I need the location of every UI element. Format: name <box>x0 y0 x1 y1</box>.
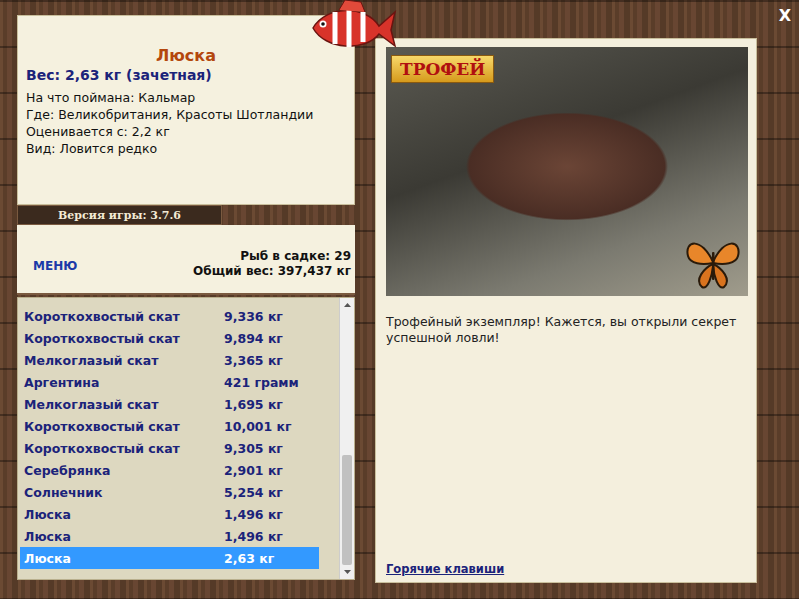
catch-weight: 9,336 кг <box>224 309 319 324</box>
catch-name: Аргентина <box>24 375 224 390</box>
menu-button[interactable]: МЕНЮ <box>33 259 77 279</box>
fish-photo: ТРОФЕЙ <box>386 47 748 296</box>
stat-line: Общий вес: 397,437 кг <box>193 264 351 279</box>
hotkeys-link[interactable]: Горячие клавиши <box>386 562 748 576</box>
catch-weight: 2,901 кг <box>224 463 319 478</box>
menu-card: МЕНЮ Рыб в садке: 29Общий вес: 397,437 кг <box>17 225 355 295</box>
catch-row[interactable]: Короткохвостый скат9,894 кг <box>20 327 319 349</box>
catch-name: Короткохвостый скат <box>24 419 224 434</box>
catch-name: Короткохвостый скат <box>24 309 224 324</box>
scroll-track <box>340 312 354 565</box>
catch-row[interactable]: Люска1,496 кг <box>20 503 319 525</box>
fish-detail: Где: Великобритания, Красоты Шотландии <box>26 106 346 123</box>
catch-name: Мелкоглазый скат <box>24 353 224 368</box>
trophy-panel: ТРОФЕЙ Трофейный экземпляр! Кажется, вы о… <box>375 38 757 583</box>
catch-name: Мелкоглазый скат <box>24 397 224 412</box>
fish-detail: Вид: Ловится редко <box>26 140 346 157</box>
catch-row[interactable]: Солнечник5,254 кг <box>20 481 319 503</box>
fish-detail: Оценивается с: 2,2 кг <box>26 123 346 140</box>
fish-info-card: Люска Вес: 2,63 кг (зачетная) На что пойма… <box>17 15 355 205</box>
butterfly-icon <box>682 232 744 294</box>
trophy-message: Трофейный экземпляр! Кажется, вы открыли… <box>386 314 748 346</box>
catch-weight: 9,305 кг <box>224 441 319 456</box>
catch-name: Люска <box>24 507 224 522</box>
catch-weight: 1,695 кг <box>224 397 319 412</box>
catch-row[interactable]: Короткохвостый скат9,305 кг <box>20 437 319 459</box>
catch-row[interactable]: Аргентина421 грамм <box>20 371 319 393</box>
catch-weight: 1,496 кг <box>224 529 319 544</box>
catch-list: Короткохвостый скат9,336 кгКороткохвосты… <box>17 297 355 580</box>
catch-weight: 3,365 кг <box>224 353 319 368</box>
scroll-thumb[interactable] <box>342 455 352 565</box>
fish-info-screen: Люска Вес: 2,63 кг (зачетная) На что пойма… <box>0 0 799 599</box>
game-version: Версия игры: 3.7.6 <box>17 205 222 225</box>
catch-name: Люска <box>24 551 224 566</box>
fish-icon <box>305 0 397 56</box>
catch-stats: Рыб в садке: 29Общий вес: 397,437 кг <box>193 249 351 279</box>
scrollbar[interactable] <box>339 298 354 579</box>
stat-line: Рыб в садке: 29 <box>193 249 351 264</box>
trophy-badge: ТРОФЕЙ <box>391 55 494 83</box>
fish-detail: На что поймана: Кальмар <box>26 89 346 106</box>
fish-weight: Вес: 2,63 кг (зачетная) <box>26 67 346 83</box>
catch-row[interactable]: Короткохвостый скат10,001 кг <box>20 415 319 437</box>
catch-name: Короткохвостый скат <box>24 331 224 346</box>
catch-row[interactable]: Люска1,496 кг <box>20 525 319 547</box>
catch-row[interactable]: Мелкоглазый скат3,365 кг <box>20 349 319 371</box>
close-button[interactable]: X <box>779 6 791 25</box>
catch-weight: 9,894 кг <box>224 331 319 346</box>
catch-row[interactable]: Серебрянка2,901 кг <box>20 459 319 481</box>
catch-name: Серебрянка <box>24 463 224 478</box>
catch-row[interactable]: Короткохвостый скат9,336 кг <box>20 305 319 327</box>
catch-weight: 10,001 кг <box>224 419 319 434</box>
catch-name: Люска <box>24 529 224 544</box>
catch-name: Короткохвостый скат <box>24 441 224 456</box>
catch-row[interactable]: Люска2,63 кг <box>20 547 319 569</box>
catch-name: Солнечник <box>24 485 224 500</box>
fish-title: Люска <box>26 46 346 65</box>
scroll-up-icon[interactable] <box>340 298 354 312</box>
left-column: Люска Вес: 2,63 кг (зачетная) На что пойма… <box>17 15 355 583</box>
catch-weight: 5,254 кг <box>224 485 319 500</box>
catch-weight: 1,496 кг <box>224 507 319 522</box>
catch-weight: 2,63 кг <box>224 551 319 566</box>
scroll-down-icon[interactable] <box>340 565 354 579</box>
catch-weight: 421 грамм <box>224 375 319 390</box>
catch-rows: Короткохвостый скат9,336 кгКороткохвосты… <box>18 298 339 579</box>
catch-row[interactable]: Мелкоглазый скат1,695 кг <box>20 393 319 415</box>
